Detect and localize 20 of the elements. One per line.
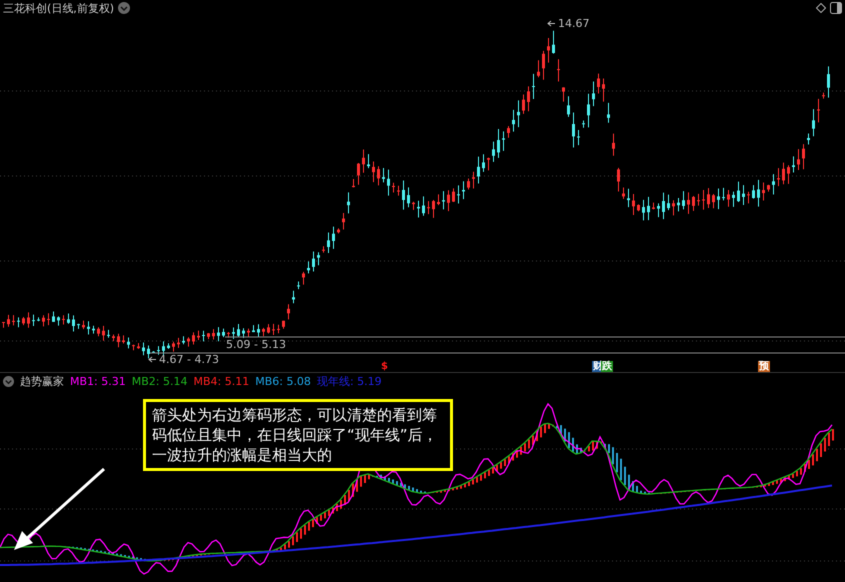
diamond-icon[interactable]: [816, 3, 826, 13]
low-price-label: 4.67 - 4.73: [159, 354, 219, 366]
event-marker[interactable]: 预: [758, 361, 770, 372]
chart-title: 三花科创(日线,前复权): [3, 0, 114, 16]
legend-value: MB1: 5.31: [70, 374, 126, 388]
event-marker[interactable]: $: [380, 361, 389, 372]
high-price-label: 14.67: [558, 18, 590, 30]
legend-value: 现年线: 5.19: [316, 374, 382, 388]
legend-value: MB4: 5.11: [193, 374, 250, 388]
pointer-arrow-icon: [547, 20, 556, 26]
dropdown-icon[interactable]: [118, 2, 130, 14]
collapse-icon[interactable]: [3, 376, 14, 386]
annotation-text: 箭头处为右边筹码形态，可以清楚的看到筹码低位且集中，在日线回踩了“现年线”后，一波拉升的涨幅是相当大的: [143, 399, 453, 471]
event-marker[interactable]: 跌: [601, 361, 613, 372]
panel-icon[interactable]: [830, 2, 842, 14]
indicator-name: 趋势赢家: [20, 374, 64, 388]
legend-value: MB6: 5.08: [255, 374, 311, 388]
pointer-arrow-icon: [148, 356, 156, 362]
price-range-label: 5.09 - 5.13: [226, 339, 286, 351]
legend-value: MB2: 5.14: [132, 374, 188, 388]
